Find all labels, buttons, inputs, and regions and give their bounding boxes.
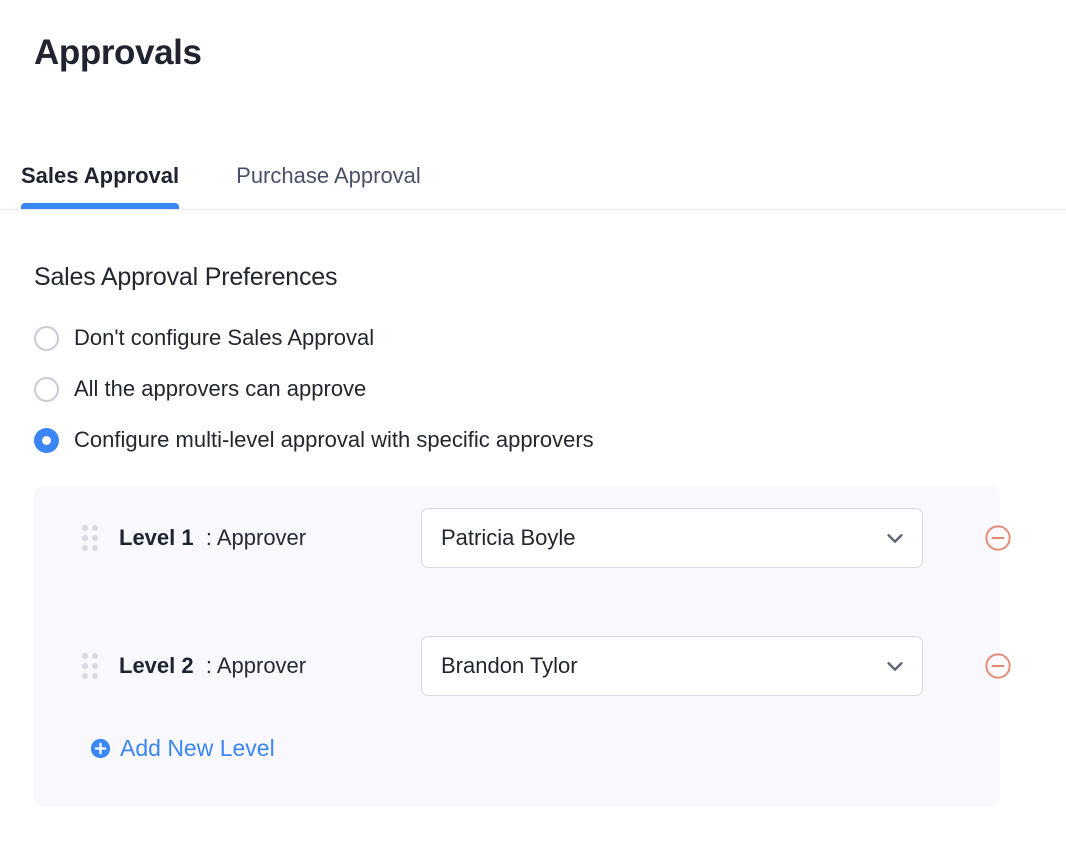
level-1-label: Level 1 bbox=[119, 525, 194, 550]
minus-circle-icon bbox=[984, 524, 1012, 552]
drag-dot bbox=[82, 653, 88, 659]
tab-sales-approval[interactable]: Sales Approval bbox=[21, 152, 203, 210]
drag-dot bbox=[92, 535, 98, 541]
tab-purchase-approval-label: Purchase Approval bbox=[236, 152, 421, 189]
level-2-approver-dropdown[interactable]: Brandon Tylor bbox=[421, 636, 923, 696]
drag-dot bbox=[92, 653, 98, 659]
approval-preference-radio-group: Don't configure Sales Approval All the a… bbox=[34, 320, 934, 458]
drag-dot bbox=[92, 525, 98, 531]
minus-circle-icon bbox=[984, 652, 1012, 680]
tab-bar-divider bbox=[0, 209, 1066, 210]
level-2-remove-button[interactable] bbox=[982, 650, 1014, 682]
level-1-text: Level 1 : Approver bbox=[119, 524, 306, 552]
section-heading: Sales Approval Preferences bbox=[34, 261, 337, 294]
drag-dot bbox=[82, 663, 88, 669]
drag-dots-icon[interactable] bbox=[82, 525, 98, 551]
drag-dot bbox=[82, 673, 88, 679]
level-1-role: : Approver bbox=[206, 525, 306, 550]
tab-sales-approval-label: Sales Approval bbox=[21, 152, 179, 189]
approval-level-row: Level 2 : Approver Brandon Tylor bbox=[34, 636, 1000, 696]
radio-option-multi-level[interactable]: Configure multi-level approval with spec… bbox=[34, 422, 934, 458]
level-2-label: Level 2 bbox=[119, 653, 194, 678]
radio-option-dont-configure[interactable]: Don't configure Sales Approval bbox=[34, 320, 934, 356]
drag-dot bbox=[82, 545, 88, 551]
radio-option-dont-configure-label: Don't configure Sales Approval bbox=[74, 324, 374, 352]
radio-unselected-icon bbox=[34, 326, 59, 351]
radio-selected-icon bbox=[34, 428, 59, 453]
add-new-level-label: Add New Level bbox=[120, 734, 275, 762]
level-1-approver-dropdown[interactable]: Patricia Boyle bbox=[421, 508, 923, 568]
level-2-role: : Approver bbox=[206, 653, 306, 678]
radio-option-all-approvers[interactable]: All the approvers can approve bbox=[34, 371, 934, 407]
add-new-level-button[interactable]: Add New Level bbox=[90, 734, 275, 762]
chevron-down-icon bbox=[884, 527, 906, 549]
radio-option-multi-level-label: Configure multi-level approval with spec… bbox=[74, 426, 594, 454]
drag-dot bbox=[82, 525, 88, 531]
chevron-down-icon bbox=[884, 655, 906, 677]
tab-list: Sales Approval Purchase Approval bbox=[21, 152, 421, 210]
approval-levels-panel: Level 1 : Approver Patricia Boyle bbox=[34, 486, 1000, 806]
tab-bar: Sales Approval Purchase Approval bbox=[0, 152, 1066, 210]
page-title: Approvals bbox=[34, 32, 202, 74]
tab-purchase-approval[interactable]: Purchase Approval bbox=[203, 152, 421, 210]
drag-dot bbox=[82, 535, 88, 541]
level-2-approver-value: Brandon Tylor bbox=[441, 652, 884, 680]
plus-circle-icon bbox=[90, 738, 111, 759]
drag-dot bbox=[92, 545, 98, 551]
drag-dots-icon[interactable] bbox=[82, 653, 98, 679]
approval-level-row: Level 1 : Approver Patricia Boyle bbox=[34, 508, 1000, 568]
level-1-approver-value: Patricia Boyle bbox=[441, 524, 884, 552]
level-2-text: Level 2 : Approver bbox=[119, 652, 306, 680]
approvals-page: Approvals Sales Approval Purchase Approv… bbox=[0, 0, 1066, 844]
radio-unselected-icon bbox=[34, 377, 59, 402]
radio-option-all-approvers-label: All the approvers can approve bbox=[74, 375, 366, 403]
drag-dot bbox=[92, 663, 98, 669]
drag-dot bbox=[92, 673, 98, 679]
level-1-remove-button[interactable] bbox=[982, 522, 1014, 554]
